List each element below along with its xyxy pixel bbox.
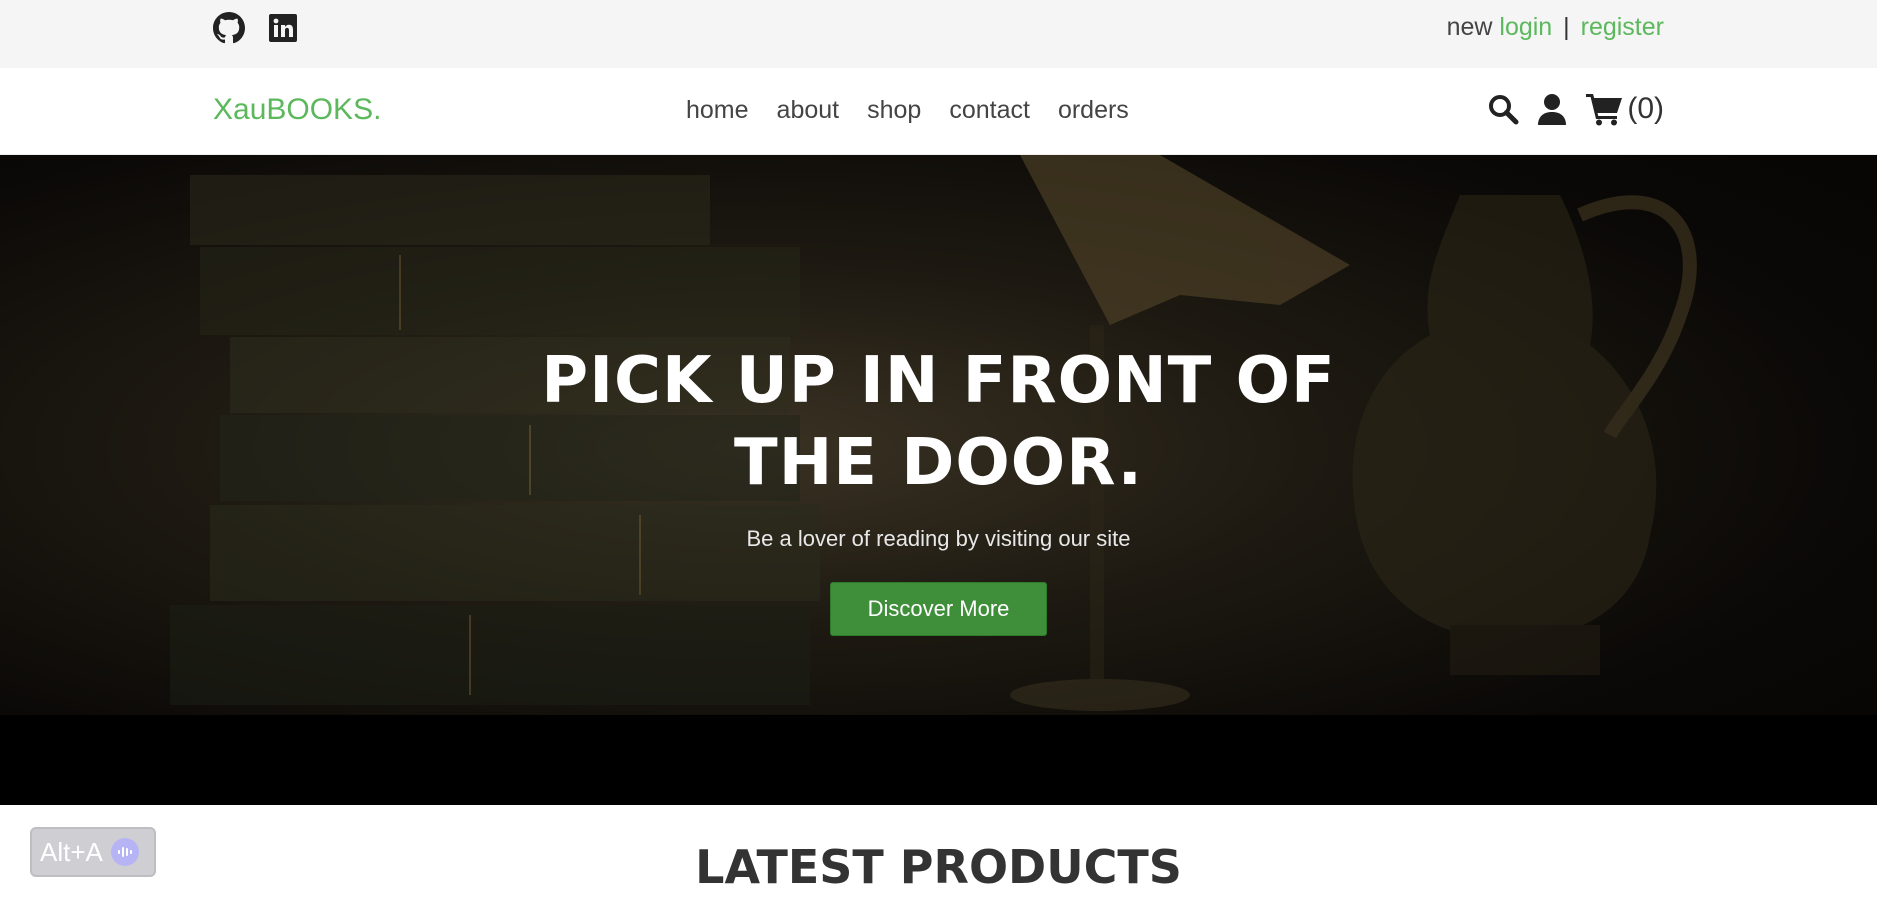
hero-shade: [0, 715, 1877, 805]
cart-count: (0): [1627, 92, 1664, 125]
new-text: new: [1446, 13, 1493, 41]
hero-title-line2: THE DOOR.: [734, 426, 1143, 500]
site-logo[interactable]: XauBOOKS.: [213, 93, 381, 127]
waveform-icon: [110, 838, 139, 866]
auth-links: new login | register: [1447, 13, 1664, 42]
hero-content: PICK UP IN FRONT OF THE DOOR. Be a lover…: [0, 340, 1877, 636]
github-link[interactable]: [213, 12, 245, 44]
search-icon[interactable]: [1487, 93, 1519, 125]
hero-title-line1: PICK UP IN FRONT OF: [541, 344, 1336, 418]
main-nav: home about shop contact orders: [686, 96, 1129, 125]
latest-products-heading: LATEST PRODUCTS: [695, 840, 1182, 894]
linkedin-link[interactable]: [267, 12, 299, 44]
user-icon[interactable]: [1537, 93, 1567, 125]
hero-title: PICK UP IN FRONT OF THE DOOR.: [0, 340, 1877, 504]
nav-home[interactable]: home: [686, 96, 749, 125]
register-link[interactable]: register: [1581, 13, 1664, 41]
nav-shop[interactable]: shop: [867, 96, 921, 125]
hero-banner: PICK UP IN FRONT OF THE DOOR. Be a lover…: [0, 155, 1877, 805]
discover-more-button[interactable]: Discover More: [829, 582, 1048, 636]
nav-orders[interactable]: orders: [1058, 96, 1129, 125]
main-header: XauBOOKS. home about shop contact orders…: [0, 68, 1877, 155]
cart-icon: [1586, 94, 1623, 126]
header-icons: (0): [1487, 92, 1664, 126]
nav-about[interactable]: about: [777, 96, 840, 125]
login-link[interactable]: login: [1499, 13, 1552, 41]
top-bar: new login | register: [0, 0, 1877, 68]
auth-separator: |: [1563, 13, 1570, 41]
alt-a-label: Alt+A: [40, 836, 103, 867]
nav-contact[interactable]: contact: [949, 96, 1030, 125]
cart-button[interactable]: (0): [1585, 92, 1664, 126]
hero-subtitle: Be a lover of reading by visiting our si…: [746, 526, 1131, 551]
social-links: [213, 12, 299, 44]
latest-products-section: LATEST PRODUCTS: [0, 840, 1877, 894]
linkedin-icon: [269, 14, 297, 42]
github-icon: [213, 12, 245, 44]
alt-a-widget[interactable]: Alt+A: [30, 827, 156, 877]
